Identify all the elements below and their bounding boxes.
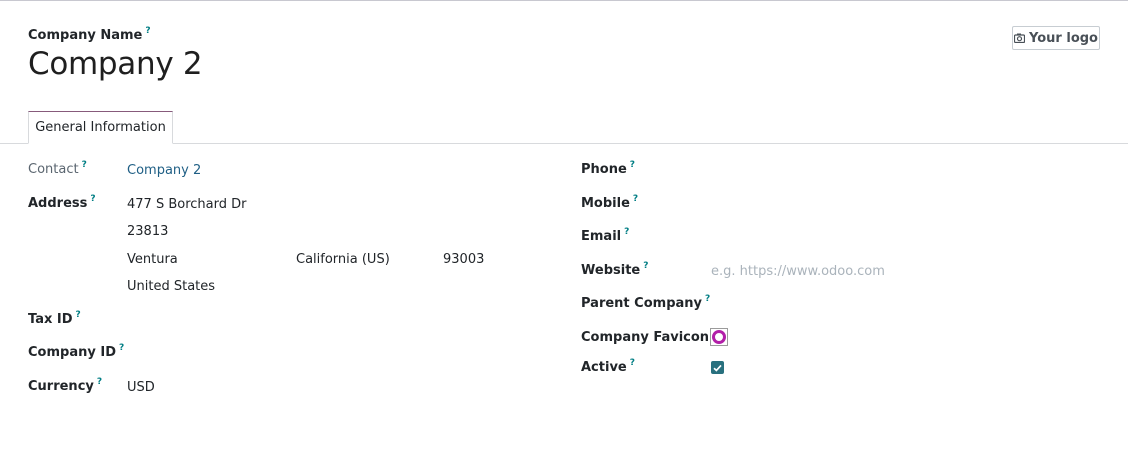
camera-icon [1014, 33, 1026, 43]
currency-field[interactable]: USD [127, 380, 155, 395]
currency-label: Currency? [28, 377, 103, 394]
company-favicon-image[interactable] [710, 328, 728, 346]
phone-label: Phone? [581, 160, 636, 177]
help-tooltip-icon[interactable]: ? [82, 160, 87, 170]
help-tooltip-icon[interactable]: ? [119, 343, 124, 353]
upload-logo-button[interactable]: Your logo [1012, 26, 1100, 50]
help-tooltip-icon[interactable]: ? [643, 261, 648, 271]
help-tooltip-icon[interactable]: ? [633, 194, 638, 204]
contact-label: Contact? [28, 160, 87, 177]
help-tooltip-icon[interactable]: ? [90, 194, 95, 204]
address-state-field[interactable]: California (US) [296, 252, 390, 267]
website-label: Website? [581, 261, 649, 278]
help-tooltip-icon[interactable]: ? [145, 26, 150, 36]
help-tooltip-icon[interactable]: ? [630, 160, 635, 170]
help-tooltip-icon[interactable]: ? [705, 294, 710, 304]
favicon-ring-icon [712, 330, 726, 344]
website-input[interactable]: e.g. https://www.odoo.com [711, 264, 885, 279]
help-tooltip-icon[interactable]: ? [97, 377, 102, 387]
company-id-label: Company ID? [28, 343, 125, 360]
address-country-field[interactable]: United States [127, 279, 215, 294]
email-label: Email? [581, 227, 630, 244]
company-favicon-label: Company Favicon? [581, 328, 717, 345]
company-name-field[interactable]: Company 2 [28, 46, 203, 82]
help-tooltip-icon[interactable]: ? [630, 358, 635, 368]
active-checkbox[interactable] [711, 361, 724, 374]
address-city-field[interactable]: Ventura [127, 252, 178, 267]
mobile-label: Mobile? [581, 194, 639, 211]
contact-link[interactable]: Company 2 [127, 163, 201, 178]
company-name-label: Company Name? [28, 26, 151, 43]
top-border [0, 0, 1128, 1]
address-zip-field[interactable]: 93003 [443, 252, 484, 267]
checkmark-icon [713, 364, 722, 372]
address-label: Address? [28, 194, 96, 211]
active-label: Active? [581, 358, 635, 375]
upload-logo-label: Your logo [1029, 30, 1098, 46]
help-tooltip-icon[interactable]: ? [624, 227, 629, 237]
parent-company-label: Parent Company? [581, 294, 711, 311]
address-street-field[interactable]: 477 S Borchard Dr [127, 197, 246, 212]
help-tooltip-icon[interactable]: ? [76, 310, 81, 320]
tab-general-information[interactable]: General Information [28, 111, 173, 144]
address-street2-field[interactable]: 23813 [127, 224, 168, 239]
tax-id-label: Tax ID? [28, 310, 81, 327]
